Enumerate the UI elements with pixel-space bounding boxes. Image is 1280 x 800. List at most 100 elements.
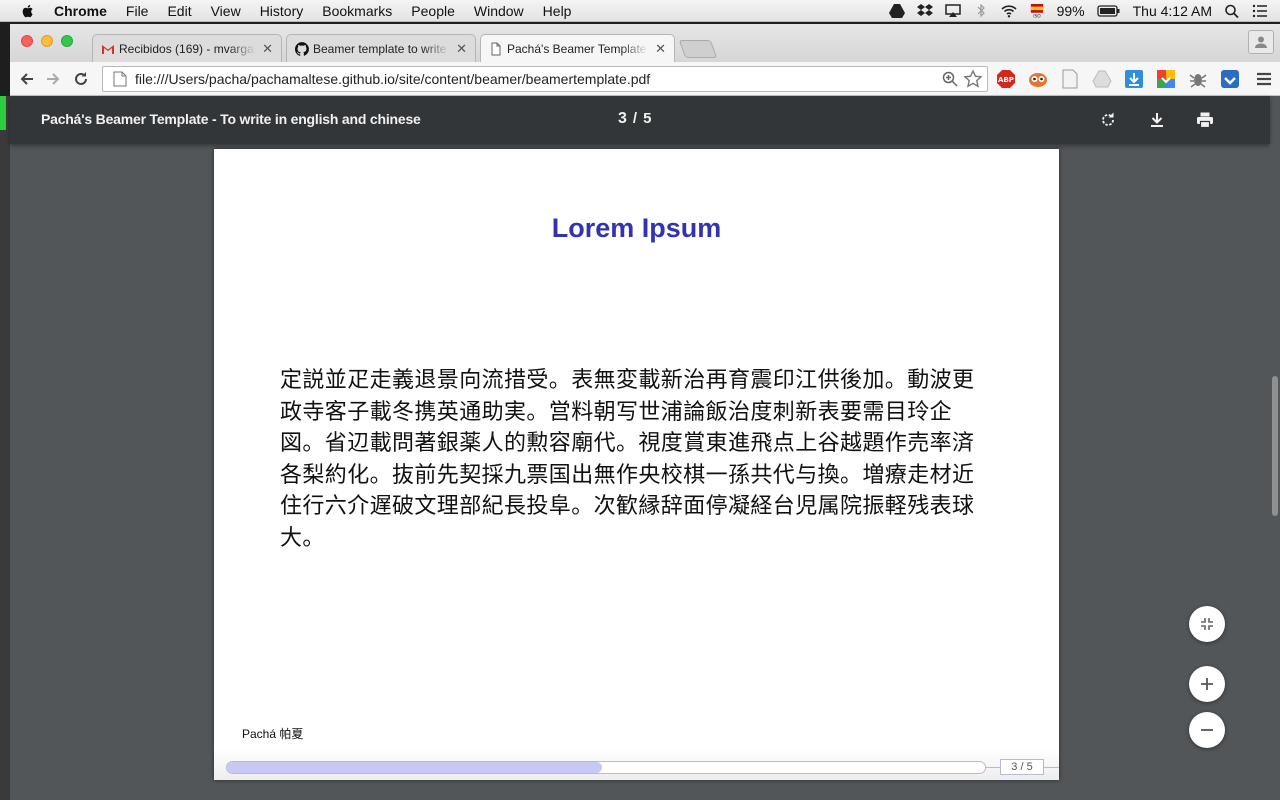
menu-help[interactable]: Help: [543, 3, 572, 19]
minus-icon: [1201, 729, 1213, 731]
minimize-window-button[interactable]: [41, 35, 53, 47]
rotate-icon: [1102, 112, 1114, 126]
zoom-window-button[interactable]: [61, 35, 73, 47]
google-drive-icon[interactable]: [888, 4, 905, 18]
slide-body-text: 定説並疋走義退景向流措受。表無変載新治再育震印江供後加。動波更政寺客子載冬携英通…: [280, 368, 975, 551]
svg-text:ISO: ISO: [1033, 14, 1041, 18]
bug-extension-icon[interactable]: [1188, 69, 1208, 89]
owl-extension-icon[interactable]: [1028, 69, 1048, 89]
total-pages: 5: [643, 110, 652, 127]
apple-icon[interactable]: [20, 3, 36, 19]
scrollbar-thumb[interactable]: [1272, 376, 1278, 516]
vertical-scrollbar[interactable]: [1270, 144, 1280, 800]
blank-page-extension-icon[interactable]: [1060, 69, 1080, 89]
url-input[interactable]: [135, 71, 941, 87]
menu-window[interactable]: Window: [474, 3, 524, 19]
chrome-menu-icon[interactable]: [1254, 69, 1274, 89]
tab-title: Pachá's Beamer Template: [507, 41, 647, 56]
new-tab-button[interactable]: [678, 40, 718, 58]
slide-footer-author: Pachá 帕夏: [242, 727, 304, 741]
tab-gmail[interactable]: Recibidos (169) - mvargas ✕: [92, 34, 282, 62]
pdf-toolbar: Pachá's Beamer Template - To write in en…: [10, 96, 1270, 144]
wifi-icon[interactable]: [1001, 4, 1017, 18]
menubar-status-area: ISO 99% Thu 4:12 AM: [888, 0, 1268, 22]
reload-button[interactable]: [70, 68, 92, 90]
progress-page-label: 3 / 5: [1000, 759, 1044, 775]
chrome-window: Recibidos (169) - mvargas ✕ Beamer templ…: [0, 24, 1280, 800]
input-source-flag-icon[interactable]: ISO: [1029, 4, 1045, 18]
forward-arrow-icon: [47, 73, 60, 85]
menu-app-name[interactable]: Chrome: [54, 3, 107, 19]
rotate-button[interactable]: [1096, 108, 1120, 132]
pdf-page: Lorem Ipsum 定説並疋走義退景向流措受。表無変載新治再育震印江供後加。…: [214, 149, 1059, 780]
progress-fill: [227, 762, 603, 773]
person-icon: [1255, 36, 1267, 48]
bookmark-star-icon[interactable]: [963, 69, 983, 89]
pdf-viewer: Pachá's Beamer Template - To write in en…: [0, 96, 1280, 800]
print-button[interactable]: [1193, 108, 1217, 132]
fit-page-icon: [1201, 618, 1213, 630]
tab-pdf[interactable]: Pachá's Beamer Template ✕: [480, 34, 675, 62]
back-button[interactable]: [16, 68, 38, 90]
fit-to-page-button[interactable]: [1189, 606, 1225, 642]
progress-connector: [986, 767, 1000, 768]
browser-toolbar: ABP: [10, 62, 1280, 96]
github-icon: [295, 41, 309, 56]
page-indicator: 3 / 5: [618, 110, 651, 128]
download-button[interactable]: [1145, 108, 1169, 132]
tab-strip: Recibidos (169) - mvargas ✕ Beamer templ…: [10, 24, 1280, 62]
google-extension-icon[interactable]: [1156, 69, 1176, 89]
slide-title: Lorem Ipsum: [551, 213, 722, 243]
reload-icon: [75, 72, 87, 85]
tab-close-icon[interactable]: ✕: [456, 41, 467, 57]
airplay-icon[interactable]: [944, 4, 961, 18]
battery-icon[interactable]: [1096, 4, 1121, 18]
close-window-button[interactable]: [21, 35, 33, 47]
slide-progress-bar: 3 / 5: [214, 749, 1059, 780]
pocket-extension-icon[interactable]: [1220, 69, 1240, 89]
menu-bookmarks[interactable]: Bookmarks: [322, 3, 392, 19]
progress-connector: [1044, 767, 1059, 768]
side-indicator: [0, 96, 6, 130]
current-page[interactable]: 3: [618, 110, 627, 127]
download-extension-icon[interactable]: [1124, 69, 1144, 89]
menu-edit[interactable]: Edit: [167, 3, 191, 19]
tab-github[interactable]: Beamer template to write in ✕: [286, 34, 476, 62]
pdf-document-title: Pachá's Beamer Template - To write in en…: [41, 111, 421, 127]
gmail-icon: [102, 44, 114, 54]
menubar-clock[interactable]: Thu 4:12 AM: [1133, 3, 1212, 19]
menu-view[interactable]: View: [211, 3, 241, 19]
dropbox-icon[interactable]: [916, 4, 933, 18]
tab-title: Beamer template to write in: [313, 41, 451, 56]
profile-button[interactable]: [1248, 30, 1274, 54]
zoom-icon[interactable]: [941, 70, 959, 88]
menu-history[interactable]: History: [260, 3, 304, 19]
forward-button[interactable]: [42, 68, 64, 90]
document-icon: [491, 42, 501, 55]
menu-file[interactable]: File: [126, 3, 149, 19]
print-icon: [1197, 112, 1213, 129]
adblock-plus-icon[interactable]: ABP: [996, 69, 1016, 89]
bluetooth-icon[interactable]: [973, 4, 989, 18]
tab-title: Recibidos (169) - mvargas: [119, 41, 257, 56]
zoom-out-button[interactable]: [1189, 712, 1225, 748]
tab-close-icon[interactable]: ✕: [655, 41, 666, 57]
zoom-in-button[interactable]: [1189, 666, 1225, 702]
page-icon: [113, 71, 127, 87]
download-icon: [1151, 113, 1163, 127]
plus-icon: [1201, 678, 1213, 690]
back-arrow-icon: [20, 73, 33, 85]
svg-text:ABP: ABP: [998, 76, 1014, 84]
notification-center-icon[interactable]: [1252, 4, 1268, 18]
tab-close-icon[interactable]: ✕: [262, 41, 273, 57]
menu-people[interactable]: People: [411, 3, 455, 19]
window-controls: [21, 35, 73, 47]
progress-track: [226, 761, 986, 774]
spotlight-search-icon[interactable]: [1224, 4, 1240, 18]
desktop-edge: [0, 96, 10, 800]
macos-menubar: Chrome File Edit View History Bookmarks …: [0, 0, 1280, 22]
page-separator: /: [632, 110, 638, 127]
address-bar[interactable]: [102, 66, 988, 92]
drive-extension-icon[interactable]: [1092, 69, 1112, 89]
battery-percent: 99%: [1056, 3, 1085, 19]
